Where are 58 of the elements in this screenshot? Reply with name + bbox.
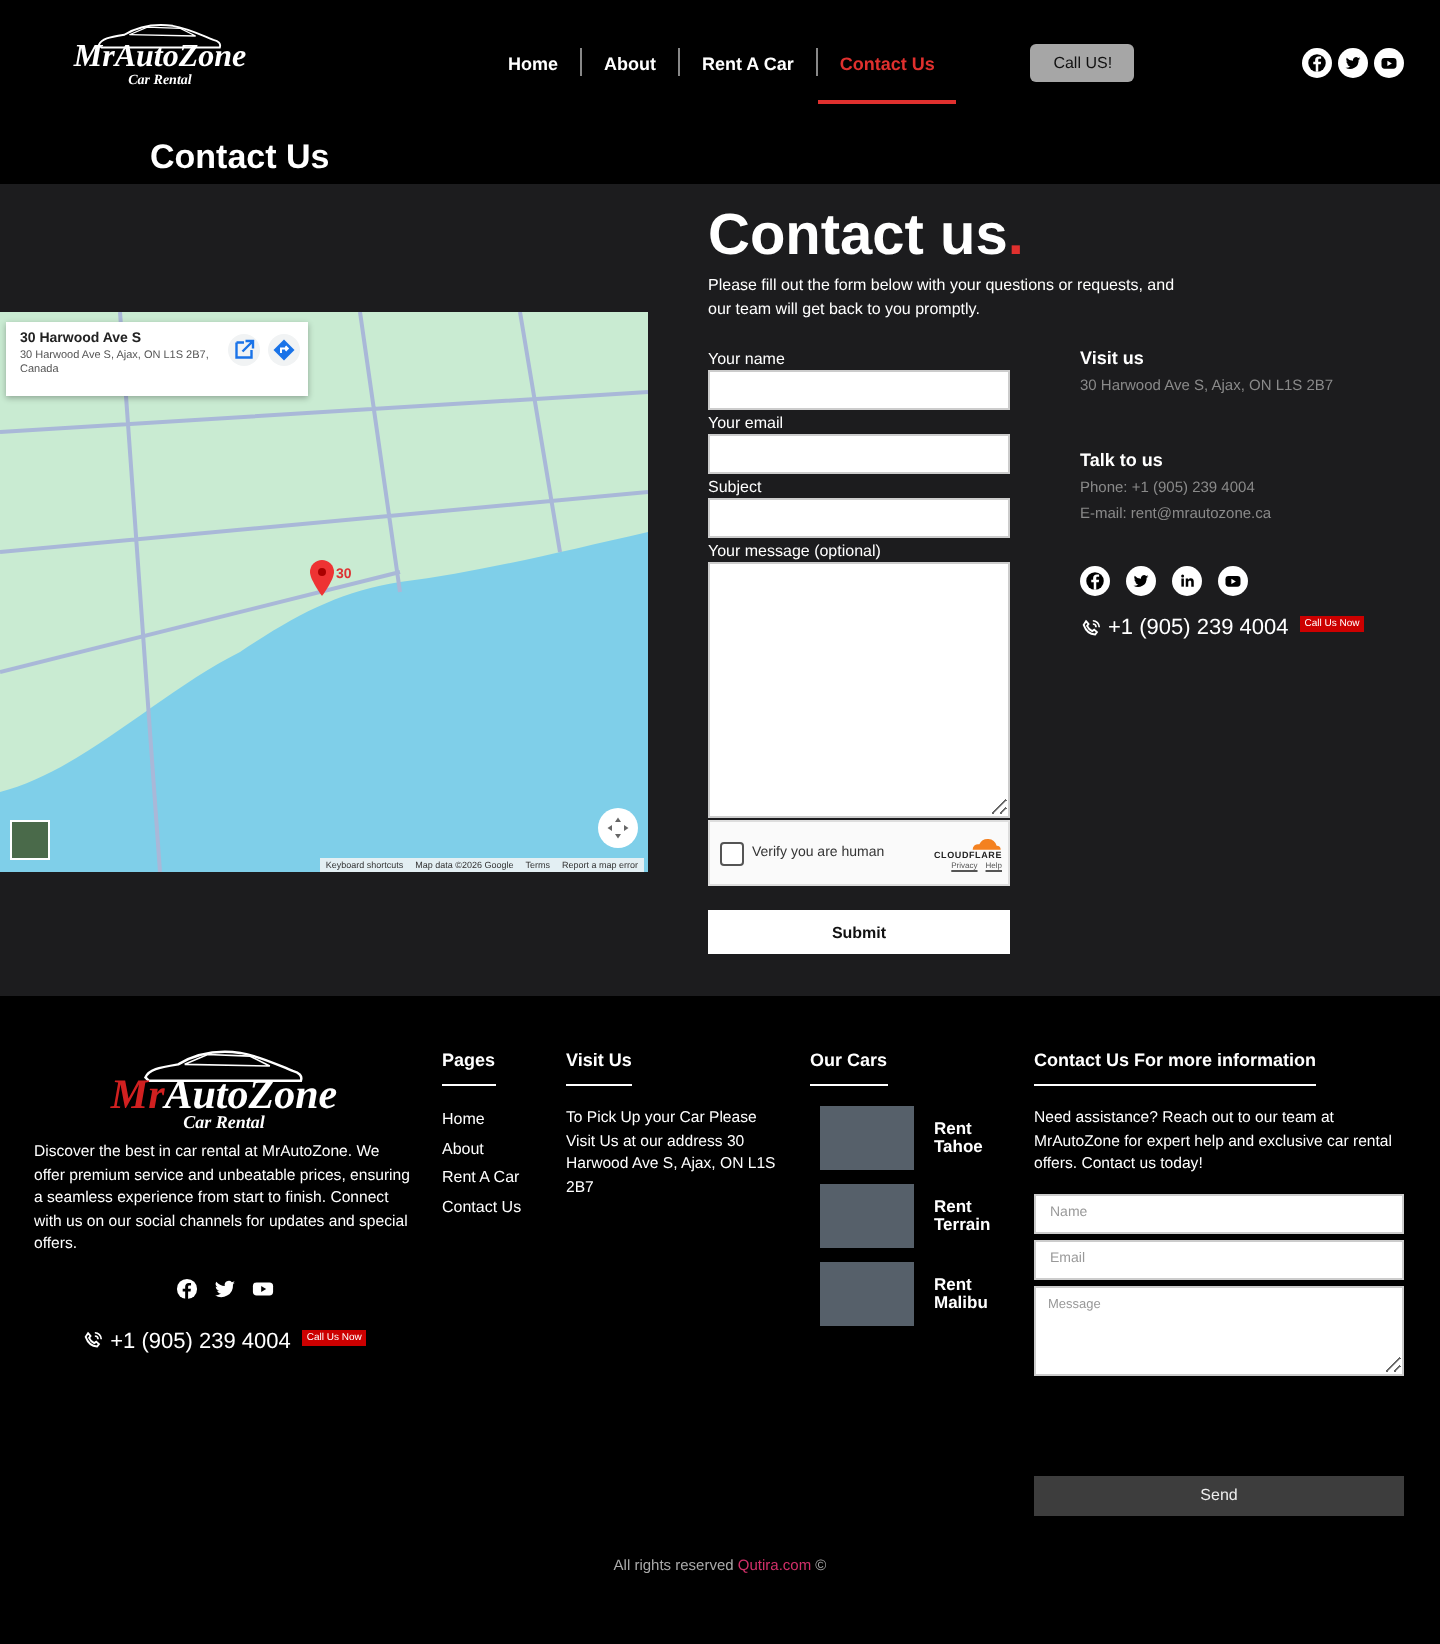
- footer-link[interactable]: About: [442, 1135, 542, 1164]
- intro-text: Please fill out the form below with your questions or requests, and our team will get back to you promptly.: [708, 274, 1177, 322]
- directions-icon[interactable]: [268, 334, 300, 366]
- phone-icon: [1080, 617, 1102, 639]
- youtube-icon[interactable]: [1374, 47, 1405, 77]
- info-heading: Visit us: [1080, 346, 1146, 370]
- footer-link[interactable]: Rent A Car: [442, 1164, 542, 1193]
- twitter-icon[interactable]: [1126, 566, 1156, 596]
- column-heading: Visit Us: [566, 1048, 632, 1086]
- page-title: Contact Us: [150, 136, 332, 180]
- input-field[interactable]: [708, 434, 1010, 474]
- captcha-checkbox[interactable]: [720, 841, 744, 865]
- recenter-icon[interactable]: [606, 816, 630, 840]
- map-pin-icon: [310, 560, 334, 596]
- twitter-icon[interactable]: [1338, 47, 1369, 77]
- column-heading: Our Cars: [810, 1048, 888, 1086]
- logo-text: MrAutoZone: [110, 1076, 338, 1112]
- nav-link[interactable]: About: [582, 20, 679, 104]
- car-link[interactable]: Rent Malibu: [934, 1276, 1002, 1312]
- field-label: Subject: [708, 476, 764, 498]
- nav-link[interactable]: Contact Us: [817, 20, 957, 104]
- facebook-icon[interactable]: [175, 1277, 197, 1299]
- photo-placeholder: [820, 1184, 914, 1248]
- linkedin-icon[interactable]: [1172, 566, 1202, 596]
- input-field[interactable]: [708, 370, 1010, 410]
- phone-number: +1 (905) 239 4004: [1108, 616, 1289, 640]
- nav-link[interactable]: Home: [486, 20, 581, 104]
- logo-text: MrAutoZone: [73, 43, 247, 71]
- field-label: Your message (optional): [708, 540, 883, 562]
- submit-button[interactable]: Submit: [708, 910, 1010, 954]
- send-button[interactable]: Send: [1034, 1475, 1404, 1515]
- call-button[interactable]: Call US!: [1030, 43, 1135, 81]
- message-field[interactable]: [708, 562, 1010, 818]
- youtube-icon[interactable]: [251, 1277, 273, 1299]
- input-field[interactable]: [708, 498, 1010, 538]
- twitter-icon[interactable]: [213, 1277, 235, 1299]
- facebook-icon[interactable]: [1080, 566, 1110, 596]
- open-external-icon[interactable]: [228, 334, 260, 366]
- youtube-icon[interactable]: [1218, 566, 1248, 596]
- column-heading: Contact Us For more information: [1034, 1048, 1317, 1086]
- column-heading: Pages: [442, 1048, 496, 1086]
- field-label: Your name: [708, 348, 787, 370]
- contact-heading: Contact us.: [708, 204, 1026, 268]
- phone-number: +1 (905) 239 4004: [110, 1329, 291, 1353]
- footer-link[interactable]: Contact Us: [442, 1193, 542, 1222]
- car-link[interactable]: Rent Terrain: [934, 1198, 1002, 1234]
- facebook-icon[interactable]: [1302, 47, 1333, 77]
- cloud-icon: [970, 836, 1002, 850]
- satellite-toggle[interactable]: [10, 820, 50, 860]
- nav-link[interactable]: Rent A Car: [680, 20, 816, 104]
- car-link[interactable]: Rent Tahoe: [934, 1120, 1002, 1156]
- phone-icon: [82, 1330, 105, 1352]
- footer-link[interactable]: Home: [442, 1106, 542, 1135]
- photo-placeholder: [820, 1106, 914, 1170]
- photo-placeholder: [820, 1262, 914, 1326]
- field-label: Your email: [708, 412, 786, 434]
- info-heading: Talk to us: [1080, 448, 1165, 472]
- logo-tagline: Car Rental: [183, 1112, 265, 1132]
